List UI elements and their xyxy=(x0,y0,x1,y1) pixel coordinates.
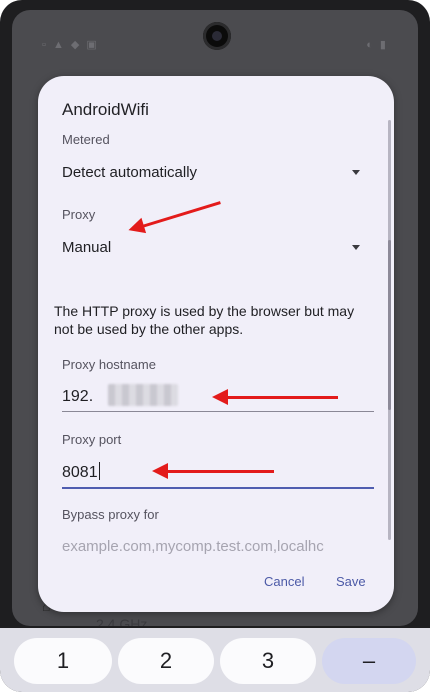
annotation-arrow-port xyxy=(152,463,274,479)
phone-device: ▫ ▲ ◆ ▣ ◐ ▮ ← ✎ ⌂ 2.4 GHz AndroidWifi Me… xyxy=(0,0,430,692)
triangle-down-icon xyxy=(352,245,360,250)
triangle-down-icon xyxy=(352,170,360,175)
proxy-port-input[interactable]: 8081 xyxy=(62,462,100,482)
proxy-port-label: Proxy port xyxy=(62,432,122,447)
proxy-hostname-label: Proxy hostname xyxy=(62,357,156,372)
metered-label: Metered xyxy=(62,132,110,147)
redacted-hostname xyxy=(108,384,178,406)
metered-value: Detect automatically xyxy=(62,164,198,181)
key-1[interactable]: 1 xyxy=(14,638,112,684)
text-cursor xyxy=(98,462,100,480)
camera-hole-icon xyxy=(203,22,231,50)
proxy-label: Proxy xyxy=(62,207,96,222)
proxy-port-value: 8081 xyxy=(62,464,98,481)
bypass-proxy-input[interactable]: example.com,mycomp.test.com,localhc xyxy=(62,538,324,555)
save-button[interactable]: Save xyxy=(336,574,366,589)
proxy-hostname-input[interactable]: 192. xyxy=(62,388,93,406)
scrollbar-thumb[interactable] xyxy=(388,240,391,410)
key-2[interactable]: 2 xyxy=(118,638,214,684)
wifi-modify-dialog: AndroidWifi Metered Detect automatically… xyxy=(38,76,394,612)
wifi-frequency-text: 2.4 GHz xyxy=(96,616,148,626)
status-bar-right-icons: ◐ ▮ xyxy=(366,39,388,51)
bypass-proxy-label: Bypass proxy for xyxy=(62,507,159,522)
cancel-button[interactable]: Cancel xyxy=(264,574,304,589)
numeric-keyboard: 1 2 3 – xyxy=(0,628,430,692)
dialog-title: AndroidWifi xyxy=(62,100,149,119)
proxy-value: Manual xyxy=(62,239,112,256)
proxy-hostname-underline xyxy=(62,411,374,412)
key-minus[interactable]: – xyxy=(322,638,416,684)
status-bar-left-icons: ▫ ▲ ◆ ▣ xyxy=(42,39,99,51)
annotation-arrow-hostname xyxy=(212,389,338,405)
proxy-port-underline xyxy=(62,487,374,489)
key-3[interactable]: 3 xyxy=(220,638,316,684)
dialog-scrollbar[interactable] xyxy=(388,120,391,540)
proxy-info-text: The HTTP proxy is used by the browser bu… xyxy=(54,303,355,337)
